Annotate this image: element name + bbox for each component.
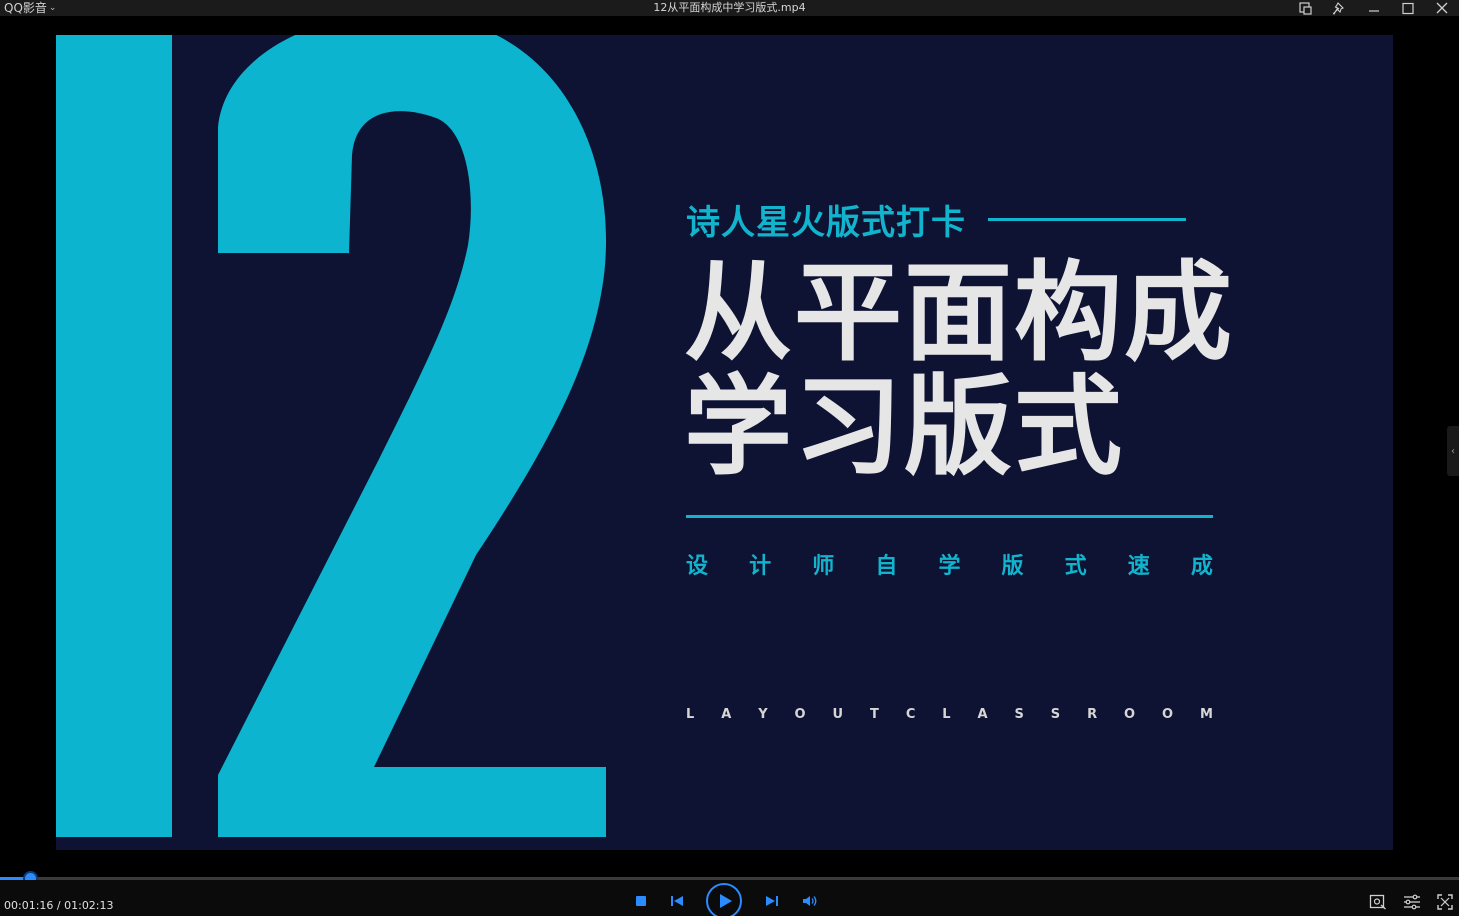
english-char: L	[686, 707, 695, 722]
english-char: L	[942, 707, 951, 722]
chevron-left-icon: ‹	[1451, 445, 1455, 457]
window-controls	[1289, 0, 1459, 16]
subtitle-row: 诗人星火版式打卡	[686, 195, 1186, 244]
right-controls	[1369, 894, 1453, 910]
tagline-char: 计	[749, 554, 772, 579]
subtitle-line	[988, 218, 1186, 221]
english-char: Y	[758, 707, 768, 722]
tagline-char: 版	[1001, 554, 1024, 579]
english-char: M	[1199, 707, 1213, 722]
settings-sliders-icon	[1404, 894, 1420, 910]
fullscreen-icon	[1437, 894, 1453, 910]
english-char: T	[870, 707, 879, 722]
next-button[interactable]	[756, 895, 788, 907]
screen-capture-icon	[1369, 894, 1386, 910]
english-char: O	[1124, 707, 1136, 722]
english-char: O	[794, 707, 806, 722]
headline: 从平面构成 学习版式	[684, 257, 1234, 485]
english-char: R	[1087, 707, 1098, 722]
tagline-char: 设	[686, 554, 709, 579]
english-char: S	[1014, 707, 1024, 722]
english-caption: L A Y O U T C L A S S R O O M	[686, 707, 1213, 722]
volume-button[interactable]	[788, 895, 832, 907]
tagline-char: 式	[1064, 554, 1087, 579]
sidebar-toggle-handle[interactable]: ‹	[1447, 426, 1459, 476]
title-bar[interactable]: QQ影音 ⌄ 12从平面构成中学习版式.mp4	[0, 0, 1459, 16]
previous-button[interactable]	[662, 895, 692, 907]
window-title: 12从平面构成中学习版式.mp4	[653, 1, 806, 14]
settings-button[interactable]	[1403, 894, 1421, 910]
total-time: 01:02:13	[64, 899, 114, 912]
english-char: S	[1050, 707, 1061, 722]
current-time: 00:01:16	[4, 899, 54, 912]
previous-icon	[671, 896, 683, 906]
video-frame: 诗人星火版式打卡 从平面构成 学习版式 设 计 师 自 学 版 式 速 成 L …	[56, 35, 1393, 850]
stop-icon	[636, 896, 646, 906]
screenshot-icon[interactable]	[1289, 0, 1323, 16]
divider-line	[686, 515, 1213, 518]
maximize-icon[interactable]	[1391, 0, 1425, 16]
big-number-graphic	[56, 35, 607, 837]
screen-capture-button[interactable]	[1369, 894, 1387, 910]
minimize-icon[interactable]	[1357, 0, 1391, 16]
tagline-char: 自	[875, 554, 898, 579]
play-icon	[706, 883, 742, 916]
english-char: U	[832, 707, 844, 722]
subtitle: 诗人星火版式打卡	[686, 203, 966, 243]
time-display: 00:01:16 / 01:02:13	[4, 899, 114, 912]
play-button[interactable]	[692, 882, 756, 916]
player-window: QQ影音 ⌄ 12从平面构成中学习版式.mp4 诗人星火版式打卡 从平面构成 学…	[0, 0, 1459, 916]
english-char: A	[721, 707, 732, 722]
english-char: O	[1162, 707, 1174, 722]
time-separator: /	[53, 899, 65, 912]
control-bar: 00:01:16 / 01:02:13	[0, 880, 1459, 916]
tagline: 设 计 师 自 学 版 式 速 成	[686, 548, 1213, 580]
tagline-char: 师	[812, 554, 835, 579]
tagline-char: 学	[938, 554, 961, 579]
fullscreen-button[interactable]	[1437, 894, 1453, 910]
close-icon[interactable]	[1425, 0, 1459, 16]
english-char: C	[905, 707, 916, 722]
tagline-char: 速	[1127, 554, 1150, 579]
english-char: A	[977, 707, 988, 722]
next-icon	[766, 896, 778, 906]
volume-icon	[803, 896, 817, 906]
playback-controls	[620, 883, 832, 916]
video-area[interactable]: 诗人星火版式打卡 从平面构成 学习版式 设 计 师 自 学 版 式 速 成 L …	[0, 16, 1459, 874]
headline-line-2: 学习版式	[684, 365, 1125, 490]
tagline-char: 成	[1190, 554, 1213, 579]
headline-line-1: 从平面构成	[684, 251, 1235, 376]
stop-button[interactable]	[620, 895, 662, 907]
pin-icon[interactable]	[1323, 0, 1357, 16]
